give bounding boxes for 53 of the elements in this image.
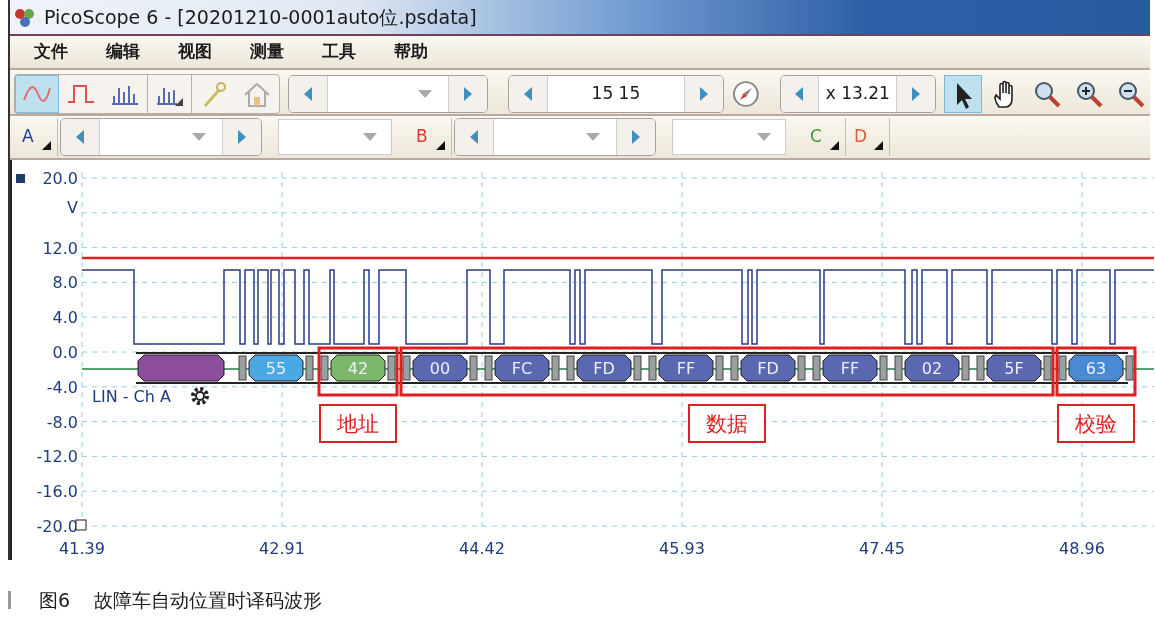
capture-field[interactable]: 15 15 (546, 76, 686, 112)
left-arrow-icon (522, 87, 533, 101)
menu-item[interactable]: 测量 (250, 39, 284, 65)
dropdown-caret-icon (757, 133, 771, 141)
menu-corner-icon (42, 141, 51, 150)
menu-item[interactable]: 文件 (34, 39, 68, 65)
menu-item[interactable]: 工具 (322, 39, 356, 65)
right-arrow-icon (463, 87, 474, 101)
left-arrow-icon (75, 130, 85, 144)
dropdown-caret-icon (586, 133, 600, 141)
window-title: PicoScope 6 - [20201210-0001auto位.psdata] (44, 4, 477, 30)
menu-item[interactable]: 编辑 (106, 39, 140, 65)
channel-button[interactable]: B (408, 118, 452, 156)
left-arrow-icon (302, 87, 313, 101)
left-arrow-icon (469, 130, 479, 144)
channel-button[interactable]: C (802, 118, 846, 156)
dropdown-caret-icon (363, 133, 377, 141)
compass-icon (731, 80, 760, 108)
zoom-field[interactable]: x 13.21 (818, 76, 898, 112)
right-arrow-icon (237, 130, 247, 144)
zoom-out-icon (1116, 79, 1146, 109)
dropdown-field[interactable] (493, 119, 617, 155)
caption-bar-icon (8, 591, 11, 610)
menu-corner-icon (830, 141, 839, 150)
app-icon (14, 6, 36, 28)
spinner-control[interactable]: x 13.21 (779, 75, 936, 113)
dropdown-field[interactable] (672, 119, 786, 155)
dropdown-field[interactable] (278, 119, 392, 155)
spinner-control[interactable] (454, 118, 656, 156)
menu-item[interactable]: 视图 (178, 39, 212, 65)
menu-corner-icon (874, 141, 883, 150)
right-arrow-icon (631, 130, 641, 144)
dropdown-field[interactable] (326, 76, 450, 112)
left-arrow-icon (794, 87, 805, 101)
view-button[interactable] (15, 75, 59, 113)
zoom-in-icon (1074, 79, 1104, 109)
channel-button[interactable]: D (846, 118, 890, 156)
magnifier-icon (1032, 79, 1062, 109)
dropdown-field[interactable] (99, 119, 223, 155)
spinner-control[interactable]: 15 15 (508, 75, 724, 113)
figure-caption: 故障车自动位置时译码波形 (94, 588, 323, 613)
home-icon (242, 80, 272, 108)
right-arrow-icon (911, 87, 922, 101)
spinner-control[interactable] (60, 118, 262, 156)
menu-corner-icon (436, 141, 445, 150)
dropdown-caret-icon (192, 133, 206, 141)
channel-button[interactable]: A (14, 118, 58, 156)
spinner-control[interactable] (288, 75, 488, 113)
dropdown-caret-icon (418, 90, 433, 98)
menu-item[interactable]: 帮助 (394, 39, 428, 65)
tool-button[interactable] (944, 75, 982, 113)
right-arrow-icon (699, 87, 710, 101)
figure-number: 图6 (39, 588, 71, 613)
